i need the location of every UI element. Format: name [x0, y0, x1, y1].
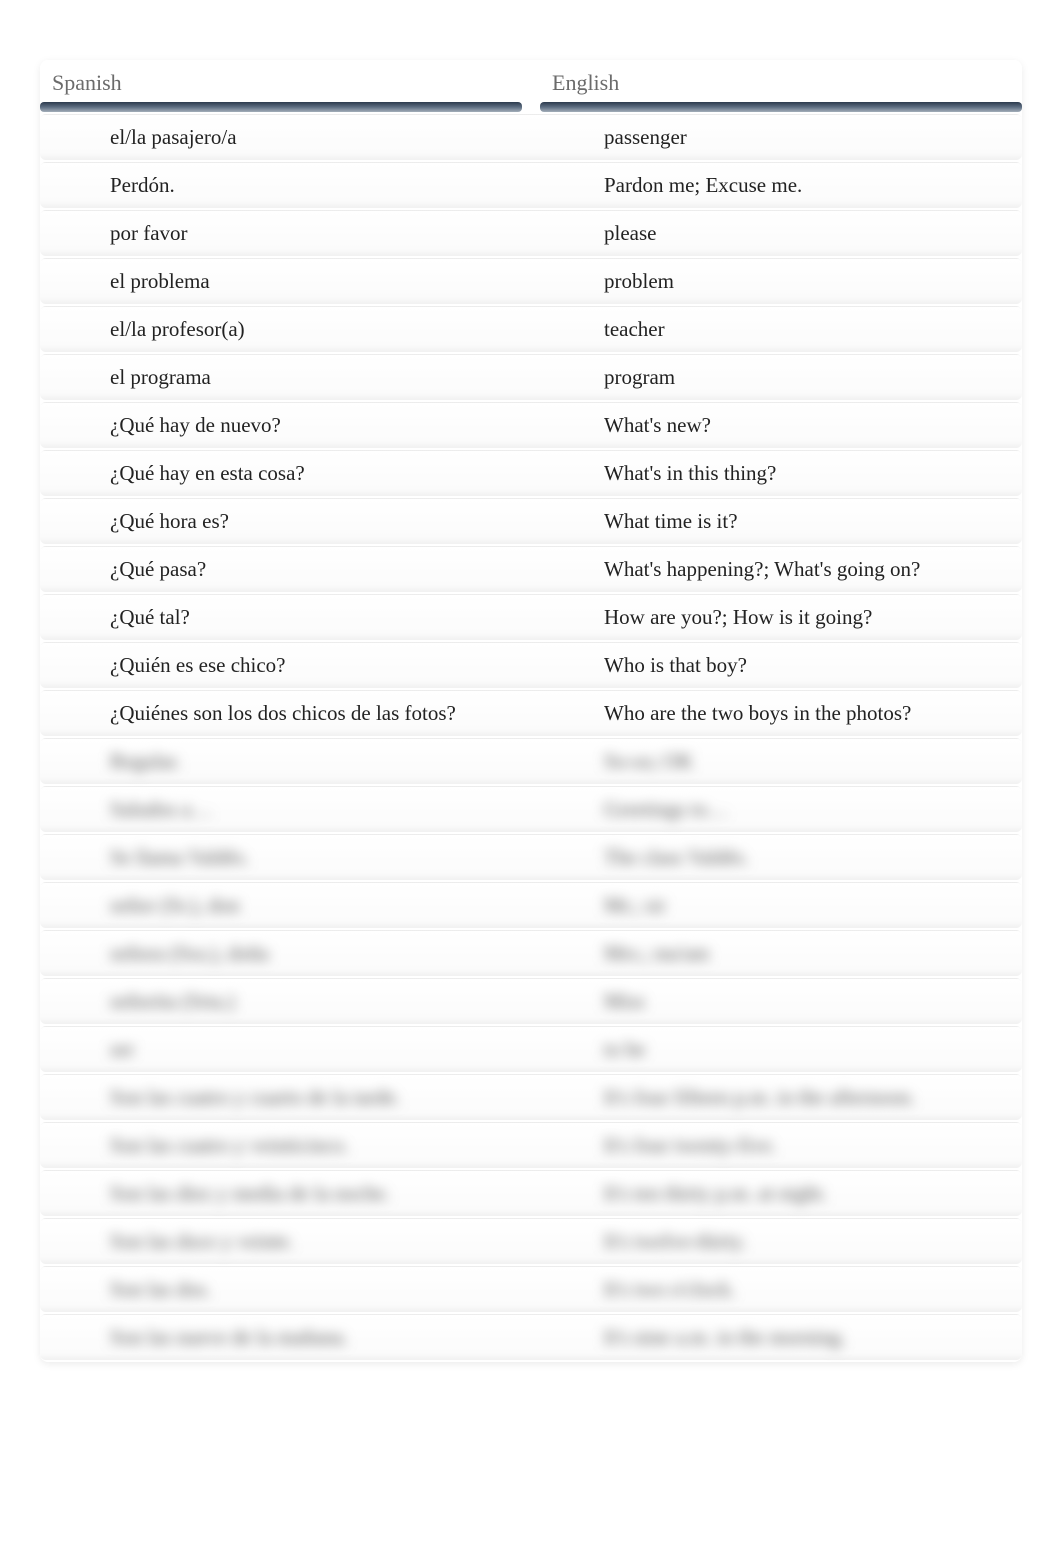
cell-english: It's four fifteen p.m. in the afternoon.	[534, 1076, 1022, 1119]
cell-spanish: el programa	[40, 356, 534, 399]
table-row: ¿Qué pasa?What's happening?; What's goin…	[40, 546, 1022, 592]
cell-spanish: ¿Qué tal?	[40, 596, 534, 639]
cell-spanish: el/la profesor(a)	[40, 308, 534, 351]
cell-spanish: Son las cuatro y cuarto de la tarde.	[40, 1076, 534, 1119]
table-row: Son las dos.It's two o'clock.	[40, 1266, 1022, 1312]
table-row: ¿Qué hora es?What time is it?	[40, 498, 1022, 544]
cell-spanish: Son las doce y veinte.	[40, 1220, 534, 1263]
table-row: serto be	[40, 1026, 1022, 1072]
cell-spanish: ser	[40, 1028, 534, 1071]
table-row: ¿Quién es ese chico?Who is that boy?	[40, 642, 1022, 688]
table-row: ¿Qué hay de nuevo?What's new?	[40, 402, 1022, 448]
cell-english: What time is it?	[534, 500, 1022, 543]
cell-english: passenger	[534, 116, 1022, 159]
table-row: ¿Quiénes son los dos chicos de las fotos…	[40, 690, 1022, 736]
table-row: Son las diez y media de la noche.It's te…	[40, 1170, 1022, 1216]
cell-spanish: el/la pasajero/a	[40, 116, 534, 159]
cell-english: It's four twenty-five.	[534, 1124, 1022, 1167]
cell-spanish: señor (Sr.), don	[40, 884, 534, 927]
header-underline-left	[40, 102, 522, 112]
table-row: Se llama Valdés.The class Valdés.	[40, 834, 1022, 880]
cell-english: It's twelve-thirty.	[534, 1220, 1022, 1263]
table-row: señor (Sr.), donMr.; sir	[40, 882, 1022, 928]
cell-spanish: señorita (Srta.)	[40, 980, 534, 1023]
header-underline-right	[540, 102, 1022, 112]
table-row: Son las doce y veinte.It's twelve-thirty…	[40, 1218, 1022, 1264]
table-row: el problemaproblem	[40, 258, 1022, 304]
table-row: Perdón.Pardon me; Excuse me.	[40, 162, 1022, 208]
vocab-table: Spanish English el/la pasajero/apassenge…	[40, 60, 1022, 1362]
cell-spanish: Perdón.	[40, 164, 534, 207]
cell-english: What's new?	[534, 404, 1022, 447]
cell-spanish: por favor	[40, 212, 534, 255]
cell-spanish: ¿Qué hora es?	[40, 500, 534, 543]
cell-english: please	[534, 212, 1022, 255]
cell-english: It's ten thirty p.m. at night.	[534, 1172, 1022, 1215]
cell-english: to be	[534, 1028, 1022, 1071]
cell-english: Mrs.; ma'am	[534, 932, 1022, 975]
table-row: Saludos a…Greetings to…	[40, 786, 1022, 832]
table-body: el/la pasajero/apassengerPerdón.Pardon m…	[40, 114, 1022, 1360]
cell-english: What's in this thing?	[534, 452, 1022, 495]
cell-english: So-so; OK	[534, 740, 1022, 783]
table-row: el programaprogram	[40, 354, 1022, 400]
table-row: ¿Qué tal?How are you?; How is it going?	[40, 594, 1022, 640]
cell-spanish: ¿Quiénes son los dos chicos de las fotos…	[40, 692, 534, 735]
cell-english: teacher	[534, 308, 1022, 351]
column-header-spanish: Spanish	[40, 60, 522, 102]
cell-spanish: Regular.	[40, 740, 534, 783]
table-row: Regular.So-so; OK	[40, 738, 1022, 784]
cell-english: problem	[534, 260, 1022, 303]
cell-english: Who is that boy?	[534, 644, 1022, 687]
table-row: señorita (Srta.)Miss	[40, 978, 1022, 1024]
cell-spanish: Saludos a…	[40, 788, 534, 831]
table-row: el/la pasajero/apassenger	[40, 114, 1022, 160]
cell-spanish: ¿Quién es ese chico?	[40, 644, 534, 687]
table-row: señora (Sra.), doñaMrs.; ma'am	[40, 930, 1022, 976]
cell-spanish: el problema	[40, 260, 534, 303]
cell-english: Miss	[534, 980, 1022, 1023]
cell-spanish: ¿Qué hay de nuevo?	[40, 404, 534, 447]
cell-english: How are you?; How is it going?	[534, 596, 1022, 639]
cell-english: program	[534, 356, 1022, 399]
header-underline-row	[40, 102, 1022, 112]
cell-spanish: Se llama Valdés.	[40, 836, 534, 879]
cell-spanish: Son las cuatro y veinticinco.	[40, 1124, 534, 1167]
cell-english: The class Valdés.	[534, 836, 1022, 879]
cell-english: Greetings to…	[534, 788, 1022, 831]
cell-spanish: Son las dos.	[40, 1268, 534, 1311]
cell-english: Mr.; sir	[534, 884, 1022, 927]
cell-spanish: señora (Sra.), doña	[40, 932, 534, 975]
table-row: el/la profesor(a)teacher	[40, 306, 1022, 352]
cell-spanish: Son las diez y media de la noche.	[40, 1172, 534, 1215]
cell-spanish: ¿Qué pasa?	[40, 548, 534, 591]
column-header-english: English	[540, 60, 1022, 102]
cell-english: Pardon me; Excuse me.	[534, 164, 1022, 207]
table-row: Son las cuatro y cuarto de la tarde.It's…	[40, 1074, 1022, 1120]
table-row: Son las nueve de la mañana.It's nine a.m…	[40, 1314, 1022, 1360]
cell-english: It's two o'clock.	[534, 1268, 1022, 1311]
table-row: por favorplease	[40, 210, 1022, 256]
cell-english: Who are the two boys in the photos?	[534, 692, 1022, 735]
cell-english: What's happening?; What's going on?	[534, 548, 1022, 591]
cell-spanish: ¿Qué hay en esta cosa?	[40, 452, 534, 495]
table-row: ¿Qué hay en esta cosa?What's in this thi…	[40, 450, 1022, 496]
table-row: Son las cuatro y veinticinco.It's four t…	[40, 1122, 1022, 1168]
table-header-row: Spanish English	[40, 60, 1022, 102]
cell-english: It's nine a.m. in the morning.	[534, 1316, 1022, 1359]
cell-spanish: Son las nueve de la mañana.	[40, 1316, 534, 1359]
